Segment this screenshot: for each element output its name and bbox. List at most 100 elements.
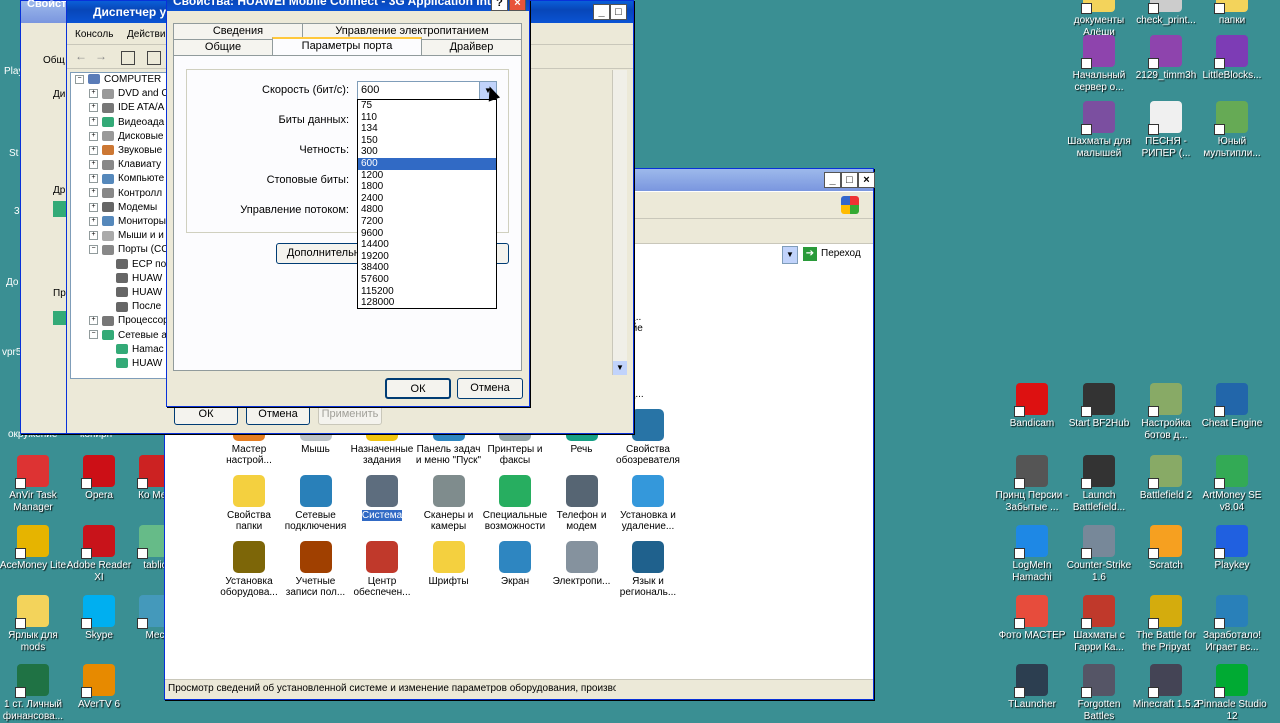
desktop-icon[interactable]: Playkey xyxy=(1195,525,1269,572)
desktop-icon[interactable]: Настройка ботов д... xyxy=(1129,383,1203,442)
desktop-icon[interactable]: Cheat Engine xyxy=(1195,383,1269,430)
control-panel-item[interactable]: Электропи... xyxy=(548,541,616,587)
devmgr-scrollbar[interactable]: ▼ xyxy=(612,70,627,375)
tree-item[interactable]: − Сетевые а xyxy=(71,329,167,343)
maximize-button[interactable]: □ xyxy=(841,172,858,188)
speed-option[interactable]: 1800 xyxy=(358,181,496,193)
desktop-icon[interactable]: check_print... xyxy=(1129,0,1203,27)
back-arrow-icon[interactable]: ← xyxy=(75,49,87,63)
desktop-icon[interactable]: Battlefield 2 xyxy=(1129,455,1203,502)
expand-toggle-icon[interactable]: + xyxy=(89,231,98,241)
tree-item[interactable]: HUAW xyxy=(71,357,162,371)
tree-item[interactable]: + Видеоада xyxy=(71,116,164,130)
desktop-icon[interactable]: Юный мультипли... xyxy=(1195,101,1269,160)
desktop-icon[interactable]: Фото МАСТЕР xyxy=(995,595,1069,642)
desktop-icon[interactable]: Start BF2Hub xyxy=(1062,383,1136,430)
tree-item[interactable]: + DVD and CD- xyxy=(71,87,167,101)
desktop-icon[interactable]: AceMoney Lite xyxy=(0,525,70,572)
tree-item[interactable]: + IDE ATA/A xyxy=(71,101,164,115)
desktop-icon[interactable]: Ярлык для mods xyxy=(0,595,70,654)
control-panel-item[interactable]: Сетевые подключения xyxy=(282,475,350,532)
behind-cancel-button[interactable]: Отмена xyxy=(246,404,310,425)
control-panel-item[interactable]: Шрифты xyxy=(415,541,483,587)
tree-item[interactable]: − Порты (CC xyxy=(71,243,167,257)
desktop-icon[interactable]: ArtMoney SE v8.04 xyxy=(1195,455,1269,514)
tree-item[interactable]: + Компьюте xyxy=(71,172,164,186)
expand-toggle-icon[interactable]: + xyxy=(89,202,98,212)
tree-item[interactable]: HUAW xyxy=(71,272,162,286)
control-panel-item[interactable]: Установка оборудова... xyxy=(215,541,283,598)
desktop-icon[interactable]: Scratch xyxy=(1129,525,1203,572)
control-panel-item[interactable]: Телефон и модем xyxy=(548,475,616,532)
ok-button[interactable]: ОК xyxy=(385,378,451,399)
desktop-icon[interactable]: Counter-Strike 1.6 xyxy=(1062,525,1136,584)
desktop-icon[interactable]: Шахматы для малышей xyxy=(1062,101,1136,160)
expand-toggle-icon[interactable]: + xyxy=(89,316,98,326)
minimize-button[interactable]: _ xyxy=(824,172,841,188)
speed-option[interactable]: 110 xyxy=(358,112,496,124)
tree-item[interactable]: Hamac xyxy=(71,343,164,357)
speed-option[interactable]: 75 xyxy=(358,100,496,112)
desktop-icon[interactable]: документы Алёши xyxy=(1062,0,1136,39)
speed-select[interactable]: 600 ▼ xyxy=(357,81,497,100)
behind-ok-button[interactable]: ОК xyxy=(174,404,238,425)
tree-item[interactable]: HUAW xyxy=(71,286,162,300)
speed-option[interactable]: 150 xyxy=(358,135,496,147)
tree-item[interactable]: + Мыши и и xyxy=(71,229,164,243)
speed-option[interactable]: 1200 xyxy=(358,170,496,182)
control-panel-item[interactable]: Учетные записи пол... xyxy=(282,541,350,598)
tree-item[interactable]: ECP по xyxy=(71,258,166,272)
expand-toggle-icon[interactable]: + xyxy=(89,117,98,127)
speed-option[interactable]: 14400 xyxy=(358,239,496,251)
speed-option[interactable]: 300 xyxy=(358,146,496,158)
desktop-icon[interactable]: Pinnacle Studio 12 xyxy=(1195,664,1269,723)
menu-action[interactable]: Действи xyxy=(127,29,165,40)
desktop-icon[interactable]: 2129_timm3h xyxy=(1129,35,1203,82)
expand-toggle-icon[interactable]: − xyxy=(89,245,98,255)
desktop-icon[interactable]: Заработало! Играет вс... xyxy=(1195,595,1269,654)
desktop-icon[interactable]: Начальный сервер о... xyxy=(1062,35,1136,94)
tree-item[interactable]: + Модемы xyxy=(71,201,157,215)
speed-option[interactable]: 600 xyxy=(358,157,496,170)
devmgr-minimize-button[interactable]: _ xyxy=(593,4,610,20)
desktop-icon[interactable]: ПЕСНЯ - РИПЕР (... xyxy=(1129,101,1203,160)
expand-toggle-icon[interactable]: + xyxy=(89,103,98,113)
properties-icon[interactable] xyxy=(121,51,135,65)
desktop-icon[interactable]: папки xyxy=(1195,0,1269,27)
properties-titlebar[interactable]: Свойства: HUAWEI Mobile Connect - 3G App… xyxy=(167,0,529,11)
expand-toggle-icon[interactable]: − xyxy=(89,330,98,340)
expand-toggle-icon[interactable]: − xyxy=(75,74,84,84)
close-button[interactable]: × xyxy=(858,172,875,188)
tree-item[interactable]: После xyxy=(71,300,161,314)
control-panel-item[interactable]: Язык и региональ... xyxy=(614,541,682,598)
expand-toggle-icon[interactable]: + xyxy=(89,145,98,155)
tab-general[interactable]: Общие xyxy=(173,39,273,55)
speed-option[interactable]: 115200 xyxy=(358,286,496,298)
tree-item[interactable]: + Процессор xyxy=(71,314,167,328)
dialog-close-button[interactable]: × xyxy=(509,0,526,11)
tab-port-settings[interactable]: Параметры порта xyxy=(272,37,422,55)
expand-toggle-icon[interactable]: + xyxy=(89,131,98,141)
control-panel-item[interactable]: Экран xyxy=(481,541,549,587)
speed-option[interactable]: 128000 xyxy=(358,297,496,309)
speed-option[interactable]: 9600 xyxy=(358,228,496,240)
help-button[interactable]: ? xyxy=(491,0,508,11)
speed-option[interactable]: 4800 xyxy=(358,204,496,216)
control-panel-item[interactable]: Специальные возможности xyxy=(481,475,549,532)
tree-item[interactable]: + Дисковые xyxy=(71,130,163,144)
control-panel-item[interactable]: Система xyxy=(348,475,416,521)
menu-console[interactable]: Консоль xyxy=(75,29,113,40)
desktop-icon[interactable]: TLauncher xyxy=(995,664,1069,711)
forward-arrow-icon[interactable]: → xyxy=(95,49,107,63)
go-button-label[interactable]: Переход xyxy=(821,248,861,259)
speed-option[interactable]: 38400 xyxy=(358,262,496,274)
expand-toggle-icon[interactable]: + xyxy=(89,160,98,170)
speed-dropdown-list[interactable]: 75 110 134 150 300 600 1200 1800 2400 4800 7200 960… xyxy=(357,99,497,309)
desktop-icon[interactable]: Bandicam xyxy=(995,383,1069,430)
expand-toggle-icon[interactable]: + xyxy=(89,216,98,226)
expand-toggle-icon[interactable]: + xyxy=(89,188,98,198)
speed-option[interactable]: 134 xyxy=(358,123,496,135)
tree-item[interactable]: + Клавиату xyxy=(71,158,161,172)
desktop-icon[interactable]: Принц Персии - Забытые ... xyxy=(995,455,1069,514)
speed-option[interactable]: 57600 xyxy=(358,274,496,286)
